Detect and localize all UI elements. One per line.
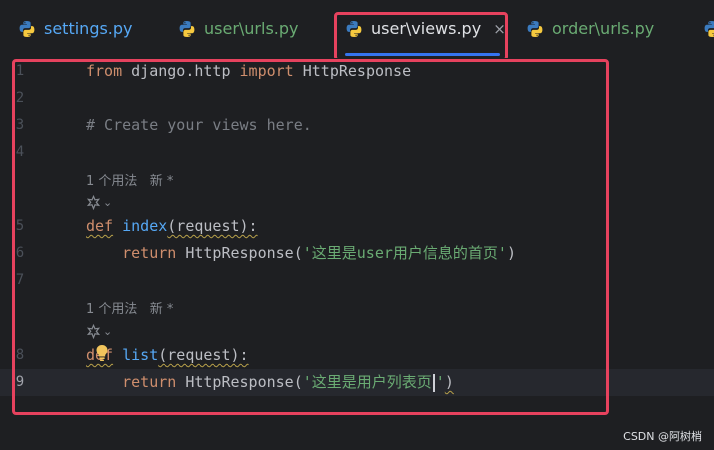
string-quote: ' xyxy=(435,373,445,391)
line-number: 8 xyxy=(15,347,25,363)
call: HttpResponse( xyxy=(176,244,303,262)
paren: ) xyxy=(444,373,454,391)
function-args: (request): xyxy=(167,217,258,235)
code-text: def list(request): xyxy=(86,342,249,369)
python-file-icon xyxy=(527,21,543,37)
line-number: 7 xyxy=(15,272,25,288)
string-literal: '这里是user用户信息的首页' xyxy=(302,244,507,262)
line-number: 4 xyxy=(15,144,25,160)
text-cursor xyxy=(432,373,435,392)
code-line[interactable]: 7 xyxy=(0,267,714,294)
code-line[interactable]: 2 xyxy=(0,85,714,112)
tab-order-urls-py[interactable]: order\urls.py xyxy=(526,0,654,58)
code-line[interactable]: 4 xyxy=(0,139,714,166)
tab-user-urls-py[interactable]: user\urls.py xyxy=(178,0,299,58)
tab-user-views-py[interactable]: user\views.py × xyxy=(345,0,506,58)
watermark: CSDN @阿树梢 xyxy=(623,430,702,443)
ai-assistant-icon[interactable]: ⌄ xyxy=(86,323,118,339)
line-number: 5 xyxy=(15,218,25,234)
code-line[interactable]: 1 from django.http import HttpResponse xyxy=(0,58,714,85)
chevron-down-icon: ⌄ xyxy=(103,195,113,209)
code-text: return HttpResponse('这里是用户列表页 ') xyxy=(86,369,454,396)
python-file-icon xyxy=(704,21,714,37)
usage-inlay-hint[interactable]: 1 个用法 新 * xyxy=(86,172,173,192)
string-literal: '这里是用户列表页 xyxy=(302,373,432,391)
code-line-current[interactable]: 9 return HttpResponse('这里是用户列表页 ') xyxy=(0,369,714,396)
python-file-icon xyxy=(346,21,362,37)
tab-label: user\urls.py xyxy=(204,19,299,38)
python-file-icon xyxy=(179,21,195,37)
python-file-icon xyxy=(19,21,35,37)
active-tab-indicator xyxy=(345,53,500,56)
line-number: 3 xyxy=(15,117,25,133)
line-number: 6 xyxy=(15,245,25,261)
comment: # Create your views here. xyxy=(86,116,312,134)
line-number: 1 xyxy=(15,63,25,79)
code-line[interactable]: 3 # Create your views here. xyxy=(0,112,714,139)
tab-overflow[interactable] xyxy=(703,0,714,58)
code-text: return HttpResponse('这里是user用户信息的首页') xyxy=(86,240,516,267)
keyword: def xyxy=(86,217,114,235)
line-number: 9 xyxy=(15,374,25,390)
usage-inlay-hint[interactable]: 1 个用法 新 * xyxy=(86,300,173,320)
code-line[interactable]: 5 def index(request): xyxy=(0,213,714,240)
tab-label: settings.py xyxy=(44,19,133,38)
code-text: from django.http import HttpResponse xyxy=(86,58,411,85)
chevron-down-icon: ⌄ xyxy=(103,324,113,338)
function-name: index xyxy=(122,217,168,235)
code-text: def index(request): xyxy=(86,213,258,240)
import-name: HttpResponse xyxy=(293,62,412,80)
keyword: return xyxy=(122,373,177,391)
call: HttpResponse( xyxy=(176,373,303,391)
code-editor[interactable]: 1 from django.http import HttpResponse 2… xyxy=(0,58,714,450)
ai-assistant-icon[interactable]: ⌄ xyxy=(86,194,118,210)
tab-settings-py[interactable]: settings.py xyxy=(18,0,133,58)
module-name: django.http xyxy=(122,62,240,80)
ai-spark-icon xyxy=(86,194,101,210)
lightbulb-icon[interactable] xyxy=(95,344,109,362)
editor-tab-bar: settings.py user\urls.py user\views.py ×… xyxy=(0,0,714,58)
ai-spark-icon xyxy=(86,323,101,339)
function-name: list xyxy=(122,346,159,364)
keyword: from xyxy=(86,62,123,80)
keyword: return xyxy=(122,244,177,262)
code-line[interactable]: 6 return HttpResponse('这里是user用户信息的首页') xyxy=(0,240,714,267)
tab-label: order\urls.py xyxy=(552,19,655,38)
close-tab-icon[interactable]: × xyxy=(493,20,506,38)
tab-label: user\views.py xyxy=(371,19,482,38)
keyword: import xyxy=(239,62,294,80)
line-number: 2 xyxy=(15,90,25,106)
function-args: (request): xyxy=(158,346,249,364)
paren: ) xyxy=(506,244,516,262)
